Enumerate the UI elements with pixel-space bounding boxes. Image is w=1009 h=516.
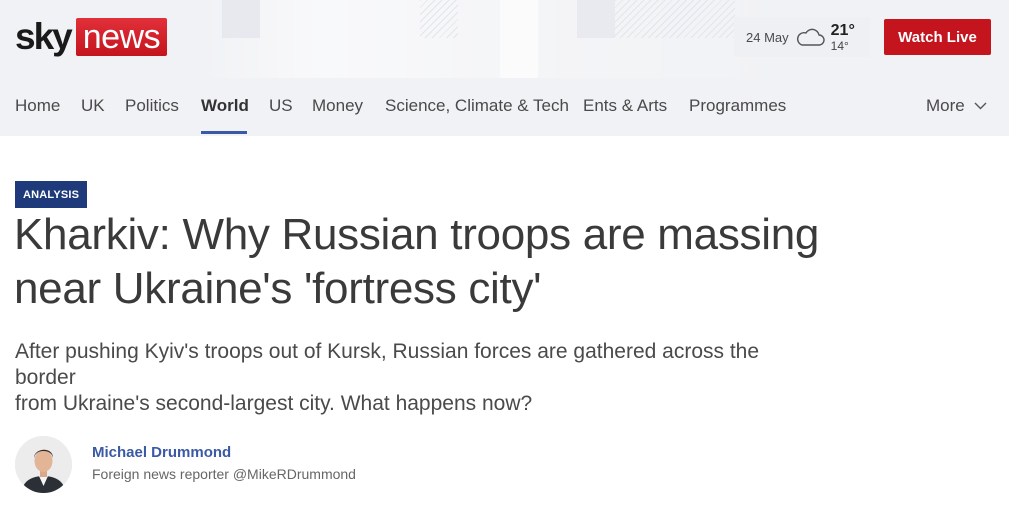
author-social-handle-link[interactable]: @MikeRDrummond: [233, 466, 356, 482]
header-background-pattern: [615, 0, 735, 38]
nav-active-indicator: [201, 131, 247, 134]
header-background-pattern: [577, 0, 615, 38]
article-headline: Kharkiv: Why Russian troops are massing …: [14, 208, 874, 316]
nav-item-uk[interactable]: UK: [81, 96, 105, 116]
author-name-link[interactable]: Michael Drummond: [92, 444, 356, 461]
author-role-text: Foreign news reporter: [92, 466, 229, 482]
header-background-pattern: [500, 0, 538, 78]
standfirst-line-2: from Ukraine's second-largest city. What…: [15, 392, 533, 415]
author-avatar[interactable]: [15, 436, 72, 493]
header-background-pattern: [222, 0, 260, 38]
cloud-icon: [796, 28, 825, 46]
weather-date: 24 May: [746, 29, 789, 45]
author-portrait-icon: [15, 436, 72, 493]
header-background-pattern: [420, 0, 458, 38]
author-role: Foreign news reporter @MikeRDrummond: [92, 466, 356, 482]
weather-widget[interactable]: 24 May 21° 14°: [734, 17, 870, 57]
author-details: Michael Drummond Foreign news reporter @…: [92, 444, 356, 482]
temperature-high: 21°: [830, 21, 855, 39]
weather-temperatures: 21° 14°: [830, 21, 855, 53]
nav-item-programmes[interactable]: Programmes: [689, 96, 786, 116]
analysis-badge: ANALYSIS: [15, 181, 88, 208]
nav-more-label: More: [926, 96, 965, 115]
nav-more-button[interactable]: More: [926, 96, 987, 116]
standfirst-line-1: After pushing Kyiv's troops out of Kursk…: [15, 340, 760, 389]
chevron-down-icon: [974, 102, 987, 110]
sky-news-logo[interactable]: sky news: [15, 16, 168, 57]
nav-item-ents-arts[interactable]: Ents & Arts: [583, 96, 667, 116]
logo-news-text: news: [75, 18, 168, 56]
nav-item-money[interactable]: Money: [312, 96, 363, 116]
author-byline: Michael Drummond Foreign news reporter @…: [15, 436, 356, 496]
temperature-low: 14°: [830, 38, 849, 53]
nav-item-science-climate-tech[interactable]: Science, Climate & Tech: [385, 96, 569, 116]
logo-sky-text: sky: [15, 16, 73, 57]
nav-item-home[interactable]: Home: [15, 96, 60, 116]
article-standfirst: After pushing Kyiv's troops out of Kursk…: [15, 339, 825, 417]
watch-live-button[interactable]: Watch Live: [884, 19, 991, 55]
site-header: sky news 24 May 21° 14° Watch Live Home …: [0, 0, 1009, 136]
nav-item-world[interactable]: World: [201, 96, 249, 116]
headline-line-2: near Ukraine's 'fortress city': [14, 264, 542, 313]
nav-item-politics[interactable]: Politics: [125, 96, 179, 116]
nav-item-us[interactable]: US: [269, 96, 293, 116]
headline-line-1: Kharkiv: Why Russian troops are massing: [14, 210, 820, 259]
main-navigation: Home UK Politics World US Money Science,…: [0, 86, 1009, 136]
